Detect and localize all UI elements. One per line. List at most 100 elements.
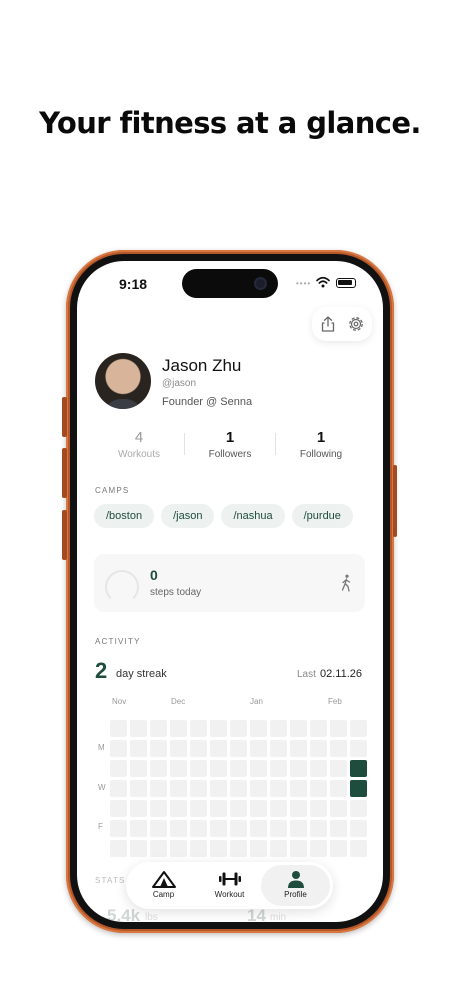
status-time: 9:18 xyxy=(119,276,148,292)
last-workout-date: 02.11.26 xyxy=(320,668,363,680)
activity-day-cell xyxy=(330,720,347,737)
activity-day-cell xyxy=(290,780,307,797)
tab-profile[interactable]: Profile xyxy=(261,865,330,906)
wifi-icon xyxy=(316,276,330,288)
gear-icon[interactable] xyxy=(346,314,366,334)
activity-day-cell xyxy=(150,740,167,757)
month-label: Jan xyxy=(250,697,263,706)
activity-day-cell xyxy=(210,720,227,737)
activity-day-cell xyxy=(250,760,267,777)
stat-workouts[interactable]: 4 Workouts xyxy=(94,429,184,460)
stat-followers[interactable]: 1 Followers xyxy=(185,429,275,460)
activity-day-cell xyxy=(230,840,247,857)
profile-handle: @jason xyxy=(162,378,197,389)
month-label: Nov xyxy=(112,697,127,706)
power-button xyxy=(393,465,397,537)
activity-day-cell xyxy=(150,840,167,857)
activity-day-cell xyxy=(230,820,247,837)
activity-day-cell xyxy=(350,760,367,777)
activity-day-cell xyxy=(130,740,147,757)
activity-day-cell xyxy=(170,740,187,757)
activity-day-cell xyxy=(310,720,327,737)
month-label: Dec xyxy=(171,697,186,706)
stat-label: Workouts xyxy=(117,449,161,460)
profile-actions xyxy=(312,307,372,341)
activity-day-cell xyxy=(350,820,367,837)
steps-card[interactable]: 0 steps today xyxy=(94,554,365,612)
weekday-label: M xyxy=(98,743,105,752)
activity-day-cell xyxy=(150,720,167,737)
activity-day-cell xyxy=(290,840,307,857)
tab-workout[interactable]: Workout xyxy=(195,862,264,909)
activity-day-cell xyxy=(110,740,127,757)
tab-label: Profile xyxy=(284,890,307,899)
activity-day-cell xyxy=(130,840,147,857)
activity-day-cell xyxy=(270,740,287,757)
weekday-label: W xyxy=(98,783,106,792)
dynamic-island xyxy=(182,269,278,298)
person-icon xyxy=(287,871,304,888)
headline: Your fitness at a glance. xyxy=(39,106,421,140)
activity-day-cell xyxy=(170,800,187,817)
activity-day-cell xyxy=(210,740,227,757)
stat-label: Followers xyxy=(208,449,252,460)
stat-following[interactable]: 1 Following xyxy=(276,429,366,460)
activity-day-cell xyxy=(290,740,307,757)
camp-chip-purdue[interactable]: /purdue xyxy=(291,504,353,528)
dumbbell-icon xyxy=(218,872,241,886)
stat-label: Following xyxy=(299,449,343,460)
activity-day-cell xyxy=(330,780,347,797)
signal-icon: •••• xyxy=(296,279,312,288)
activity-day-cell xyxy=(150,820,167,837)
app-screen: 9:18 •••• Jason Zhu @jason Founder @ Sen… xyxy=(77,261,383,922)
activity-day-cell xyxy=(170,840,187,857)
activity-day-cell xyxy=(270,840,287,857)
activity-day-cell xyxy=(290,760,307,777)
activity-day-cell xyxy=(310,740,327,757)
activity-day-cell xyxy=(290,820,307,837)
camps-list: /boston /jason /nashua /purdue xyxy=(94,504,353,528)
activity-day-cell xyxy=(250,740,267,757)
activity-day-cell xyxy=(270,760,287,777)
activity-day-cell xyxy=(150,800,167,817)
camp-chip-jason[interactable]: /jason xyxy=(161,504,215,528)
activity-day-cell xyxy=(130,820,147,837)
steps-value: 0 xyxy=(150,567,158,583)
activity-day-cell xyxy=(250,820,267,837)
activity-day-cell xyxy=(330,840,347,857)
camps-section-label: CAMPS xyxy=(95,486,130,495)
activity-day-cell xyxy=(330,800,347,817)
activity-day-cell xyxy=(270,820,287,837)
activity-day-cell xyxy=(250,840,267,857)
activity-day-cell xyxy=(270,780,287,797)
activity-day-cell xyxy=(230,740,247,757)
activity-day-cell xyxy=(290,800,307,817)
activity-day-cell xyxy=(210,820,227,837)
activity-day-cell xyxy=(210,760,227,777)
month-label: Feb xyxy=(328,697,342,706)
activity-day-cell xyxy=(230,760,247,777)
activity-day-cell xyxy=(330,820,347,837)
activity-section-label: ACTIVITY xyxy=(95,637,141,646)
activity-day-cell xyxy=(130,780,147,797)
tent-icon xyxy=(151,871,176,888)
activity-day-cell xyxy=(110,800,127,817)
tab-camp[interactable]: Camp xyxy=(129,862,198,909)
avatar[interactable] xyxy=(95,353,151,409)
activity-day-cell xyxy=(310,800,327,817)
activity-day-cell xyxy=(110,760,127,777)
action-button xyxy=(62,510,67,560)
activity-day-cell xyxy=(170,760,187,777)
activity-day-cell xyxy=(230,780,247,797)
activity-day-cell xyxy=(190,720,207,737)
camp-chip-nashua[interactable]: /nashua xyxy=(221,504,285,528)
activity-day-cell xyxy=(330,740,347,757)
activity-day-cell xyxy=(350,840,367,857)
activity-day-cell xyxy=(350,720,367,737)
activity-day-cell xyxy=(250,800,267,817)
activity-day-cell xyxy=(130,800,147,817)
activity-day-cell xyxy=(230,800,247,817)
share-icon[interactable] xyxy=(318,314,338,334)
camp-chip-boston[interactable]: /boston xyxy=(94,504,155,528)
activity-day-cell xyxy=(170,820,187,837)
